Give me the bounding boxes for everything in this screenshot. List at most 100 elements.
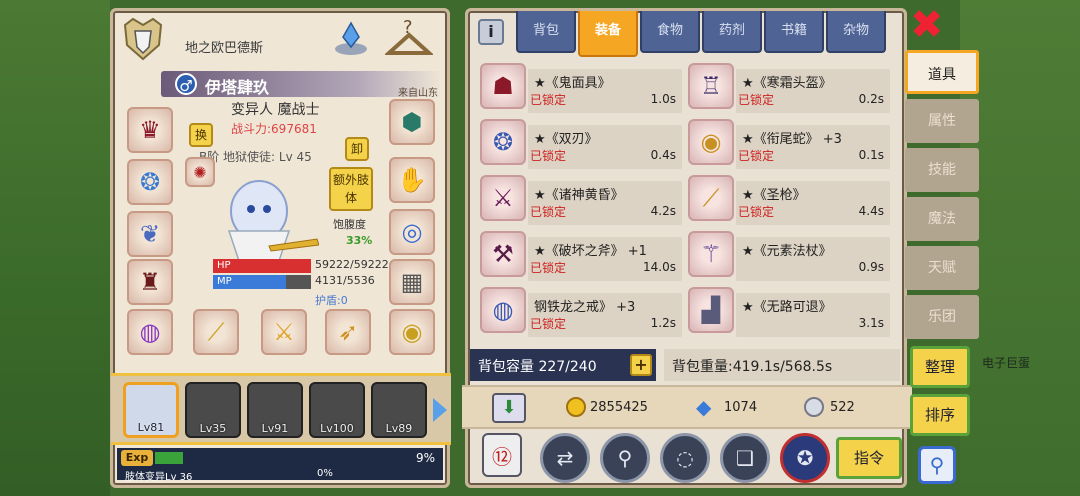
- silver-coin-icon: [804, 397, 824, 417]
- snake-ring-icon: ◉: [688, 119, 734, 165]
- member-level: Lv100: [320, 422, 354, 435]
- unequip-button[interactable]: 卸: [345, 137, 369, 161]
- slot-neck[interactable]: ❂: [127, 159, 173, 205]
- tab-misc[interactable]: 杂物: [826, 11, 886, 53]
- inventory-tabs: 背包 装备 食物 药剂 书籍 杂物: [516, 11, 886, 57]
- slot-weapon-3[interactable]: ➶: [325, 309, 371, 355]
- item-weight: 4.2s: [650, 204, 676, 218]
- crystal-icon[interactable]: [331, 19, 371, 59]
- item-3[interactable]: ◉ ★《衔尾蛇》 +3 已锁定 0.1s: [682, 117, 890, 169]
- side-tab-skills[interactable]: 技能: [905, 148, 979, 192]
- search-inspect-icon[interactable]: ⚲: [600, 433, 650, 483]
- search-icon[interactable]: ⚲: [918, 446, 956, 484]
- team-roster: Lv81 Lv35 Lv91 Lv100 Lv89: [111, 373, 451, 445]
- item-1[interactable]: ♖ ★《寒霜头盔》 已锁定 0.2s: [682, 61, 890, 113]
- side-tab-magic[interactable]: 魔法: [905, 197, 979, 241]
- slot-legs[interactable]: ▦: [389, 259, 435, 305]
- diamond-amount: 1074: [724, 400, 758, 415]
- organize-button[interactable]: 整理: [910, 346, 970, 388]
- crest-icon: [119, 15, 167, 63]
- slot-ring-right[interactable]: ◉: [389, 309, 435, 355]
- item-5[interactable]: ⟋ ★《圣枪》 已锁定 4.4s: [682, 173, 890, 225]
- exp-badge: Exp: [121, 450, 153, 466]
- item-name: ★《鬼面具》: [534, 76, 611, 91]
- item-weight: 14.0s: [643, 260, 676, 274]
- sort-button[interactable]: 排序: [910, 394, 970, 436]
- item-lock-status: 已锁定: [738, 205, 775, 219]
- item-lock-status: 已锁定: [738, 93, 775, 107]
- tab-backpack[interactable]: 背包: [516, 11, 576, 53]
- slot-wing[interactable]: ❦: [127, 211, 173, 257]
- item-0[interactable]: ☗ ★《鬼面具》 已锁定 1.0s: [474, 61, 682, 113]
- character-name[interactable]: 伊塔肆玖: [205, 74, 269, 98]
- extra-limb-button[interactable]: 额外肢体: [329, 167, 373, 211]
- team-member-2[interactable]: Lv35: [185, 382, 241, 438]
- hp-value: 59222/59222: [315, 258, 389, 271]
- background-left: [0, 0, 110, 496]
- inventory-panel: i 背包 装备 食物 药剂 书籍 杂物 ✖ ☗ ★《鬼面具》 已锁定 1.0s …: [462, 5, 944, 488]
- slot-armor[interactable]: ♜: [127, 259, 173, 305]
- emblem-icon: ⬢: [401, 108, 423, 136]
- close-icon[interactable]: ✖: [910, 5, 944, 45]
- magnify-icon[interactable]: ◌: [660, 433, 710, 483]
- side-tab-talent[interactable]: 天赋: [905, 246, 979, 290]
- member-level: Lv35: [199, 422, 227, 435]
- team-member-4[interactable]: Lv100: [309, 382, 365, 438]
- exp-percent: 9%: [415, 451, 435, 465]
- side-tab-attributes[interactable]: 属性: [905, 99, 979, 143]
- hanger-icon[interactable]: ?: [383, 17, 435, 57]
- combat-power: 战斗力:697681: [231, 122, 317, 136]
- item-weight: 0.9s: [858, 260, 884, 274]
- item-name: ★《圣枪》: [742, 188, 806, 203]
- book-icon[interactable]: ❑: [720, 433, 770, 483]
- slot-belt[interactable]: ◎: [389, 209, 435, 255]
- download-icon[interactable]: ⬇: [492, 393, 526, 423]
- team-member-3[interactable]: Lv91: [247, 382, 303, 438]
- silver-amount: 522: [830, 400, 855, 415]
- info-icon[interactable]: i: [478, 19, 504, 45]
- hero-sprite: [209, 171, 320, 266]
- expand-capacity-button[interactable]: +: [630, 354, 652, 376]
- tab-potion[interactable]: 药剂: [702, 11, 762, 53]
- item-4[interactable]: ⚔ ★《诸神黄昏》 已锁定 4.2s: [474, 173, 682, 225]
- side-tab-items[interactable]: 道具: [905, 50, 979, 94]
- side-tab-band[interactable]: 乐团: [905, 295, 979, 339]
- slot-gloves[interactable]: ✋: [389, 157, 435, 203]
- exchange-icon[interactable]: ⇄: [540, 433, 590, 483]
- item-9[interactable]: ▟ ★《无路可退》 3.1s: [682, 285, 890, 337]
- item-name: ★《诸神黄昏》: [534, 188, 624, 203]
- magic-circle-icon[interactable]: ✪: [780, 433, 830, 483]
- wing-icon: ❦: [139, 220, 161, 248]
- command-button[interactable]: 指令: [836, 437, 902, 479]
- item-6[interactable]: ⚒ ★《破坏之斧》 +1 已锁定 14.0s: [474, 229, 682, 281]
- currency-row: ⬇ 2855425 ◆ 1074 522: [462, 385, 912, 429]
- slot-emblem[interactable]: ⬢: [389, 99, 435, 145]
- tab-food[interactable]: 食物: [640, 11, 700, 53]
- swap-button[interactable]: 换: [189, 123, 213, 147]
- item-7[interactable]: ⚚ ★《元素法杖》 0.9s: [682, 229, 890, 281]
- skill-progress-percent: 0%: [317, 468, 333, 479]
- slot-head[interactable]: ♛: [127, 107, 173, 153]
- item-name: ★《寒霜头盔》: [742, 76, 832, 91]
- skill-progress-label: 肢体变异Lv 36: [125, 472, 193, 483]
- gold-amount: 2855425: [590, 400, 648, 415]
- item-2[interactable]: ❂ ★《双刃》 已锁定 0.4s: [474, 117, 682, 169]
- ring-icon: ◍: [139, 318, 161, 346]
- slot-ring-left[interactable]: ◍: [127, 309, 173, 355]
- spear-icon: ⟋: [688, 175, 734, 221]
- world-label: 电子巨蛋: [982, 356, 1031, 370]
- sort-number-icon[interactable]: ⑫: [482, 433, 522, 477]
- item-lock-status: 已锁定: [530, 205, 567, 219]
- hunger-label: 饱腹度: [333, 218, 366, 231]
- item-8[interactable]: ◍ 钢铁龙之戒》 +3 已锁定 1.2s: [474, 285, 682, 337]
- slot-weapon-2[interactable]: ⚔: [261, 309, 307, 355]
- serpent-ring-icon: ◉: [401, 318, 423, 346]
- slot-weapon-1[interactable]: ⟋: [193, 309, 239, 355]
- mp-value: 4131/5536: [315, 274, 375, 287]
- team-member-1[interactable]: Lv81: [123, 382, 179, 438]
- tab-equipment[interactable]: 装备: [578, 11, 638, 57]
- item-lock-status: 已锁定: [530, 317, 567, 331]
- tab-books[interactable]: 书籍: [764, 11, 824, 53]
- next-arrow-icon[interactable]: [433, 398, 447, 422]
- team-member-5[interactable]: Lv89: [371, 382, 427, 438]
